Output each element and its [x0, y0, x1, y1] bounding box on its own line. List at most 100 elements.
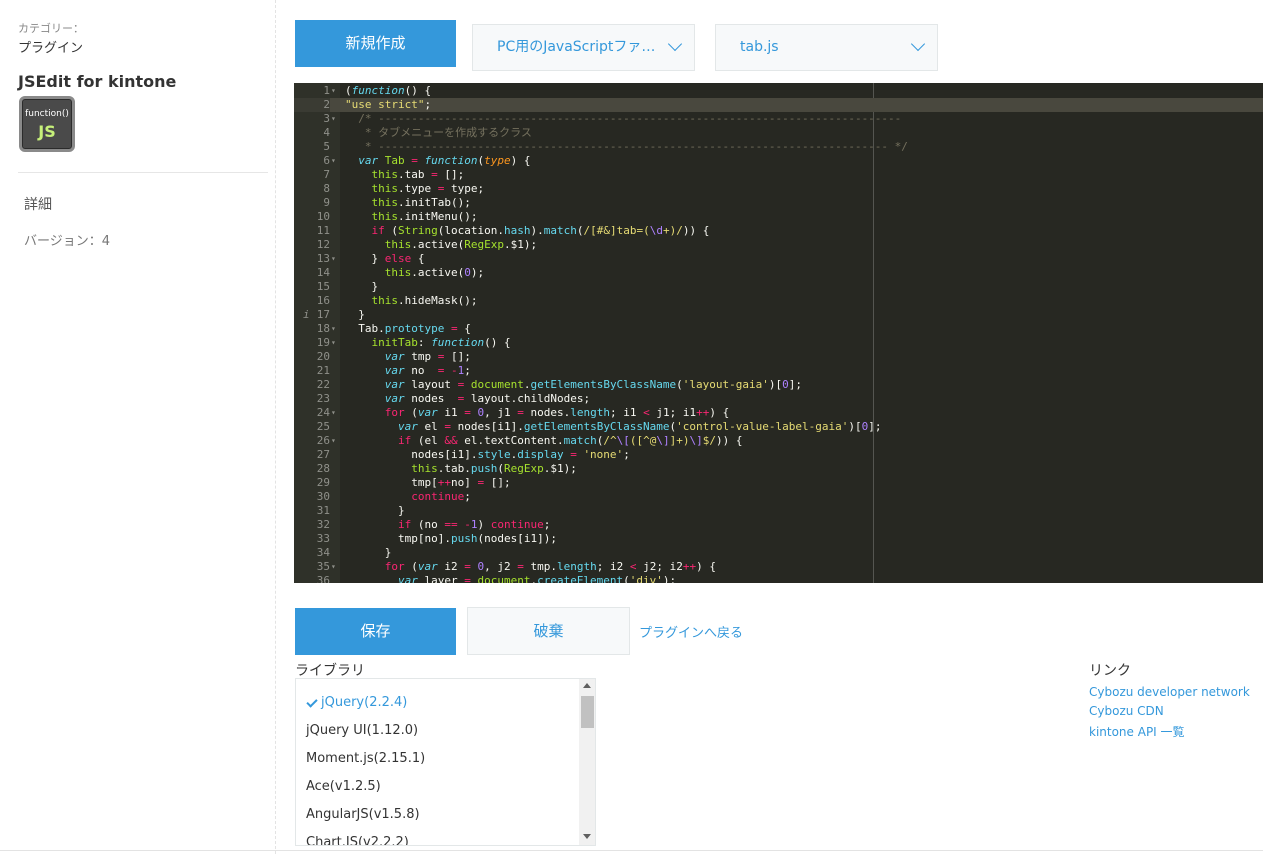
code-text[interactable]: (function() {	[345, 84, 431, 98]
new-button[interactable]: 新規作成	[295, 20, 456, 67]
code-text[interactable]: this.tab = [];	[345, 168, 465, 182]
code-text[interactable]: tmp[++no] = [];	[345, 476, 510, 490]
code-text[interactable]: this.tab.push(RegExp.$1);	[345, 462, 577, 476]
code-text[interactable]: var no = -1;	[345, 364, 471, 378]
code-text[interactable]: }	[345, 546, 392, 560]
code-line[interactable]: 36 var layer = document.createElement('d…	[294, 574, 1263, 583]
code-line[interactable]: 25 var el = nodes[i1].getElementsByClass…	[294, 420, 1263, 434]
code-text[interactable]: this.initMenu();	[345, 210, 478, 224]
code-line[interactable]: 21 var no = -1;	[294, 364, 1263, 378]
code-text[interactable]: this.hideMask();	[345, 294, 478, 308]
code-line[interactable]: 27 nodes[i1].style.display = 'none';	[294, 448, 1263, 462]
code-text[interactable]: } else {	[345, 252, 424, 266]
code-line[interactable]: 14 this.active(0);	[294, 266, 1263, 280]
code-line[interactable]: 34 }	[294, 546, 1263, 560]
code-text[interactable]: }	[345, 504, 405, 518]
fold-toggle-icon[interactable]: ▾	[331, 560, 336, 574]
fold-toggle-icon[interactable]: ▾	[331, 322, 336, 336]
scrollbar-thumb[interactable]	[581, 696, 594, 728]
code-line[interactable]: 11 if (String(location.hash).match(/[#&]…	[294, 224, 1263, 238]
code-line[interactable]: 5 * ------------------------------------…	[294, 140, 1263, 154]
scroll-up-arrow-icon[interactable]	[583, 683, 591, 688]
code-line[interactable]: 35 ▾ for (var i2 = 0, j2 = tmp.length; i2…	[294, 560, 1263, 574]
library-item[interactable]: Moment.js(2.15.1)	[306, 751, 425, 766]
code-line[interactable]: 1 ▾ (function() {	[294, 84, 1263, 98]
code-text[interactable]: * --------------------------------------…	[345, 140, 908, 154]
back-to-plugin-link[interactable]: プラグインへ戻る	[639, 622, 743, 641]
code-text[interactable]: var layout = document.getElementsByClass…	[345, 378, 802, 392]
code-text[interactable]: this.initTab();	[345, 196, 471, 210]
code-text[interactable]: this.active(0);	[345, 266, 484, 280]
save-button[interactable]: 保存	[295, 608, 456, 655]
code-line[interactable]: 31 }	[294, 504, 1263, 518]
code-line[interactable]: 24 ▾ for (var i1 = 0, j1 = nodes.length; …	[294, 406, 1263, 420]
code-line[interactable]: 9 this.initTab();	[294, 196, 1263, 210]
code-text[interactable]: /* -------------------------------------…	[345, 112, 901, 126]
link-cybozu-cdn[interactable]: Cybozu CDN	[1089, 704, 1164, 718]
code-line[interactable]: 8 this.type = type;	[294, 182, 1263, 196]
code-line[interactable]: 28 this.tab.push(RegExp.$1);	[294, 462, 1263, 476]
file-type-select[interactable]: PC用のJavaScriptファ…	[472, 24, 695, 71]
code-line[interactable]: 16 this.hideMask();	[294, 294, 1263, 308]
code-line[interactable]: 19 ▾ initTab: function() {	[294, 336, 1263, 350]
code-line[interactable]: 17 i }	[294, 308, 1263, 322]
code-line[interactable]: 29 tmp[++no] = [];	[294, 476, 1263, 490]
discard-button[interactable]: 破棄	[467, 607, 630, 655]
library-item[interactable]: jQuery UI(1.12.0)	[306, 723, 418, 738]
code-text[interactable]: var tmp = [];	[345, 350, 471, 364]
scroll-down-arrow-icon[interactable]	[583, 834, 591, 839]
code-line[interactable]: 32 if (no == -1) continue;	[294, 518, 1263, 532]
code-text[interactable]: }	[345, 280, 378, 294]
code-text[interactable]: nodes[i1].style.display = 'none';	[345, 448, 630, 462]
code-line[interactable]: 7 this.tab = [];	[294, 168, 1263, 182]
code-line[interactable]: 23 var nodes = layout.childNodes;	[294, 392, 1263, 406]
code-text[interactable]: var el = nodes[i1].getElementsByClassNam…	[345, 420, 882, 434]
code-text[interactable]: this.active(RegExp.$1);	[345, 238, 537, 252]
file-select[interactable]: tab.js	[715, 24, 938, 71]
code-line[interactable]: 30 continue;	[294, 490, 1263, 504]
library-item[interactable]: jQuery(2.2.4)	[306, 695, 407, 710]
code-line[interactable]: 4 * タブメニューを作成するクラス	[294, 126, 1263, 140]
code-text[interactable]: continue;	[345, 490, 471, 504]
fold-toggle-icon[interactable]: ▾	[331, 406, 336, 420]
fold-toggle-icon[interactable]: ▾	[331, 252, 336, 266]
code-line[interactable]: 12 this.active(RegExp.$1);	[294, 238, 1263, 252]
code-text[interactable]: var nodes = layout.childNodes;	[345, 392, 590, 406]
fold-toggle-icon[interactable]: ▾	[331, 112, 336, 126]
code-text[interactable]: Tab.prototype = {	[345, 322, 471, 336]
code-text[interactable]: if (el && el.textContent.match(/^\[([^@\…	[345, 434, 742, 448]
code-line[interactable]: 10 this.initMenu();	[294, 210, 1263, 224]
fold-toggle-icon[interactable]: ▾	[331, 336, 336, 350]
code-line[interactable]: 26 ▾ if (el && el.textContent.match(/^\[(…	[294, 434, 1263, 448]
code-text[interactable]: var layer = document.createElement('div'…	[345, 574, 676, 583]
code-line[interactable]: 22 var layout = document.getElementsByCl…	[294, 378, 1263, 392]
fold-toggle-icon[interactable]: ▾	[331, 84, 336, 98]
code-line[interactable]: 3 ▾ /* ----------------------------------…	[294, 112, 1263, 126]
fold-toggle-icon[interactable]: ▾	[331, 434, 336, 448]
code-text[interactable]: if (String(location.hash).match(/[#&]tab…	[345, 224, 710, 238]
code-text[interactable]: tmp[no].push(nodes[i1]);	[345, 532, 557, 546]
code-text[interactable]: * タブメニューを作成するクラス	[345, 126, 532, 140]
code-text[interactable]: "use strict";	[345, 98, 431, 112]
code-line[interactable]: 33 tmp[no].push(nodes[i1]);	[294, 532, 1263, 546]
code-text[interactable]: }	[345, 308, 365, 322]
library-item[interactable]: AngularJS(v1.5.8)	[306, 807, 420, 822]
info-annotation-icon[interactable]: i	[303, 308, 310, 322]
code-text[interactable]: for (var i1 = 0, j1 = nodes.length; i1 <…	[345, 406, 729, 420]
code-editor[interactable]: 1 ▾ (function() {2 "use strict"; 3 ▾ /* -----…	[294, 83, 1263, 583]
library-item[interactable]: Chart.JS(v2.2.2)	[306, 835, 409, 845]
library-list[interactable]: jQuery(2.2.4) jQuery UI(1.12.0) Moment.js(…	[295, 678, 596, 846]
library-item[interactable]: Ace(v1.2.5)	[306, 779, 381, 794]
code-text[interactable]: initTab: function() {	[345, 336, 511, 350]
link-cybozu-developer-network[interactable]: Cybozu developer network	[1089, 685, 1250, 699]
code-line[interactable]: 13 ▾ } else {	[294, 252, 1263, 266]
code-text[interactable]: for (var i2 = 0, j2 = tmp.length; i2 < j…	[345, 560, 716, 574]
code-line[interactable]: 15 }	[294, 280, 1263, 294]
library-scrollbar[interactable]	[579, 679, 595, 845]
link-kintone-api[interactable]: kintone API 一覧	[1089, 723, 1185, 740]
code-line[interactable]: 2 "use strict";	[294, 98, 1263, 112]
code-line[interactable]: 6 ▾ var Tab = function(type) {	[294, 154, 1263, 168]
code-text[interactable]: this.type = type;	[345, 182, 485, 196]
fold-toggle-icon[interactable]: ▾	[331, 154, 336, 168]
code-text[interactable]: if (no == -1) continue;	[345, 518, 550, 532]
